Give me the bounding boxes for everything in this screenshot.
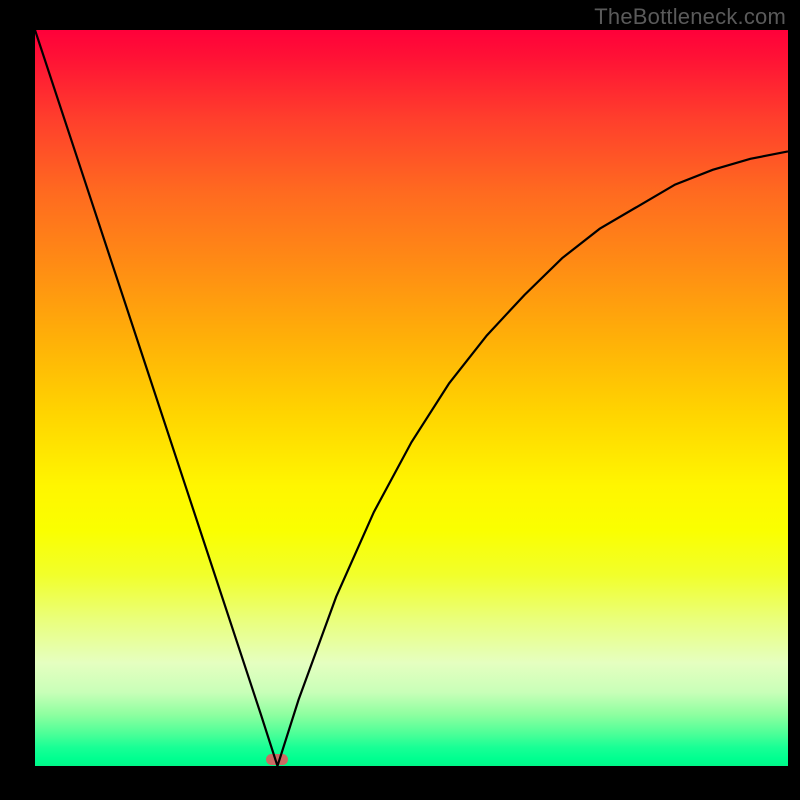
chart-frame: TheBottleneck.com (0, 0, 800, 800)
watermark-text: TheBottleneck.com (594, 4, 786, 30)
plot-area (35, 30, 788, 766)
curve-path (35, 30, 788, 766)
curve-svg (35, 30, 788, 766)
